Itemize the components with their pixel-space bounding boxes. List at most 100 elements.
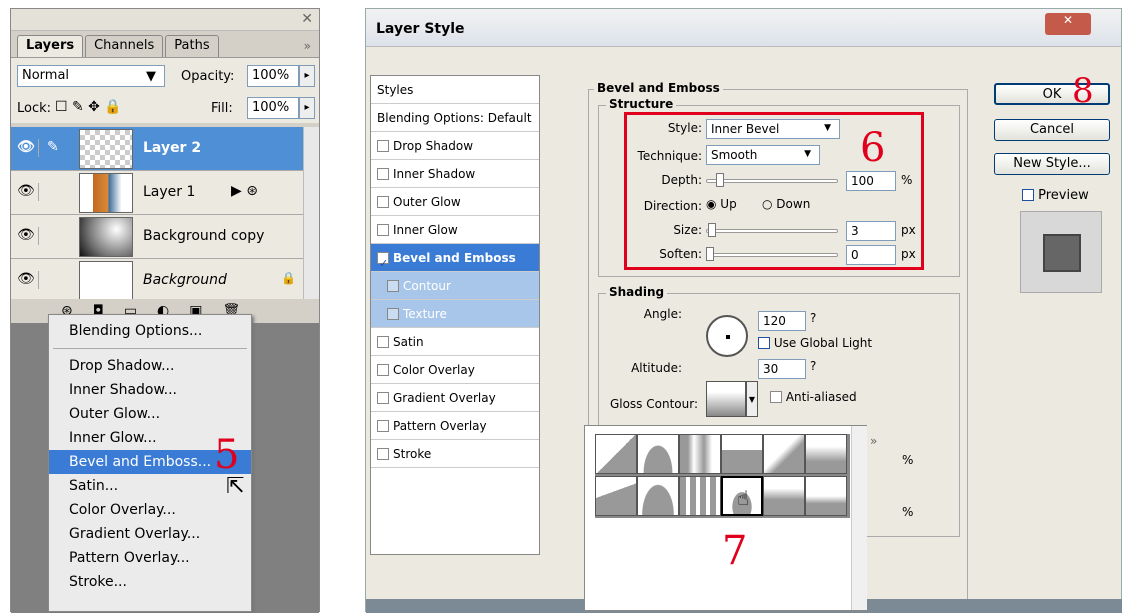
checkbox[interactable]: [377, 335, 389, 348]
contour-preset[interactable]: [763, 476, 805, 516]
contour-preset[interactable]: [763, 434, 805, 474]
angle-input[interactable]: 120: [758, 311, 806, 331]
layer-row[interactable]: 👁 ✎ Layer 2: [11, 127, 303, 171]
angle-dial[interactable]: [706, 315, 748, 357]
menu-item[interactable]: Stroke...: [49, 570, 251, 594]
tab-paths[interactable]: Paths: [165, 35, 219, 57]
contour-preset[interactable]: [637, 434, 679, 474]
checkbox[interactable]: [387, 307, 399, 320]
checkbox[interactable]: [377, 363, 389, 376]
style-item[interactable]: Gradient Overlay: [371, 384, 539, 412]
visibility-eye-icon[interactable]: 👁: [17, 183, 39, 201]
radio-down[interactable]: ○ Down: [762, 197, 810, 211]
size-slider[interactable]: [706, 229, 838, 233]
menu-item[interactable]: Pattern Overlay...: [49, 546, 251, 570]
radio-up[interactable]: ◉ Up: [706, 197, 737, 211]
contour-preset[interactable]: [805, 434, 847, 474]
new-style-button[interactable]: New Style...: [994, 153, 1110, 175]
checkbox[interactable]: [377, 447, 389, 460]
visibility-eye-icon[interactable]: 👁: [17, 139, 39, 157]
size-input[interactable]: 3: [846, 221, 896, 241]
contour-preset[interactable]: [595, 434, 637, 474]
style-item[interactable]: Color Overlay: [371, 356, 539, 384]
panel-menu-icon[interactable]: »: [304, 39, 311, 53]
lock-icons[interactable]: ☐ ✎ ✥ 🔒: [55, 99, 122, 115]
preview-checkbox[interactable]: Preview: [1022, 187, 1089, 203]
fill-stepper-icon[interactable]: ▸: [299, 97, 315, 119]
structure-title: Structure: [606, 97, 677, 111]
technique-select[interactable]: Smooth ▼: [706, 145, 820, 165]
menu-item[interactable]: Outer Glow...: [49, 402, 251, 426]
contour-preset[interactable]: [721, 434, 763, 474]
layer-row[interactable]: 👁 Background 🔒: [11, 259, 303, 299]
checkbox-checked[interactable]: [1022, 189, 1034, 201]
style-item[interactable]: Inner Glow: [371, 216, 539, 244]
checkbox[interactable]: [387, 279, 399, 292]
effects-expand-icon[interactable]: ▶ ⊛: [231, 183, 258, 199]
style-subitem[interactable]: Contour: [371, 272, 539, 300]
menu-item[interactable]: Blending Options...: [49, 319, 251, 343]
soften-label: Soften:: [659, 247, 702, 261]
tab-layers[interactable]: Layers: [17, 35, 84, 57]
layer-row[interactable]: 👁 Layer 1 ▶ ⊛: [11, 171, 303, 215]
menu-item[interactable]: Drop Shadow...: [49, 354, 251, 378]
visibility-eye-icon[interactable]: 👁: [17, 271, 39, 289]
checkbox-checked[interactable]: [758, 337, 770, 349]
style-item[interactable]: Pattern Overlay: [371, 412, 539, 440]
style-item[interactable]: Drop Shadow: [371, 132, 539, 160]
style-item-bevel-emboss[interactable]: Bevel and Emboss: [371, 244, 539, 278]
style-item[interactable]: Outer Glow: [371, 188, 539, 216]
style-item[interactable]: Stroke: [371, 440, 539, 468]
style-label: Satin: [393, 334, 424, 349]
checkbox-checked[interactable]: [377, 250, 389, 278]
fill-input[interactable]: 100%: [247, 97, 299, 119]
contour-preset[interactable]: [679, 434, 721, 474]
style-item[interactable]: Satin: [371, 328, 539, 356]
contour-preset[interactable]: [595, 476, 637, 516]
layer-row[interactable]: 👁 Background copy: [11, 215, 303, 259]
checkbox[interactable]: [377, 391, 389, 404]
altitude-input[interactable]: 30: [758, 359, 806, 379]
checkbox[interactable]: [770, 391, 782, 403]
checkbox[interactable]: [377, 139, 389, 152]
opacity-input[interactable]: 100%: [247, 65, 299, 87]
tab-channels[interactable]: Channels: [85, 35, 164, 57]
contour-preset[interactable]: [679, 476, 721, 516]
popup-scrollbar[interactable]: [851, 426, 867, 610]
menu-item[interactable]: Inner Shadow...: [49, 378, 251, 402]
altitude-unit: ?: [810, 359, 817, 373]
contour-preset[interactable]: [805, 476, 847, 516]
anti-aliased-checkbox[interactable]: Anti-aliased: [770, 389, 857, 404]
slider-thumb[interactable]: [708, 223, 716, 237]
slider-thumb[interactable]: [716, 173, 724, 187]
depth-input[interactable]: 100: [846, 171, 896, 191]
styles-header[interactable]: Styles: [371, 76, 539, 104]
blending-options[interactable]: Blending Options: Default: [371, 104, 539, 132]
checkbox[interactable]: [377, 223, 389, 236]
contour-preset[interactable]: [637, 476, 679, 516]
close-icon[interactable]: ✕: [301, 11, 313, 27]
checkbox[interactable]: [377, 419, 389, 432]
cancel-button[interactable]: Cancel: [994, 119, 1110, 141]
menu-item[interactable]: Gradient Overlay...: [49, 522, 251, 546]
contour-picker-popup: ☝ 7: [584, 425, 867, 611]
style-item[interactable]: Inner Shadow: [371, 160, 539, 188]
soften-slider[interactable]: [706, 253, 838, 257]
gloss-contour-picker[interactable]: [706, 381, 746, 417]
close-button[interactable]: ✕: [1045, 13, 1091, 35]
layers-scrollbar[interactable]: [303, 127, 319, 299]
soften-input[interactable]: 0: [846, 245, 896, 265]
slider-thumb[interactable]: [706, 247, 714, 261]
style-select[interactable]: Inner Bevel ▼: [706, 119, 840, 139]
checkbox[interactable]: [377, 167, 389, 180]
blend-mode-select[interactable]: Normal ▼: [17, 65, 165, 87]
menu-item[interactable]: Color Overlay...: [49, 498, 251, 522]
global-light-checkbox[interactable]: Use Global Light: [758, 335, 872, 350]
style-subitem[interactable]: Texture: [371, 300, 539, 328]
visibility-eye-icon[interactable]: 👁: [17, 227, 39, 245]
popup-menu-icon[interactable]: »: [870, 434, 877, 448]
depth-slider[interactable]: [706, 179, 838, 183]
dropdown-icon[interactable]: ▼: [746, 381, 758, 417]
opacity-stepper-icon[interactable]: ▸: [299, 65, 315, 87]
checkbox[interactable]: [377, 195, 389, 208]
